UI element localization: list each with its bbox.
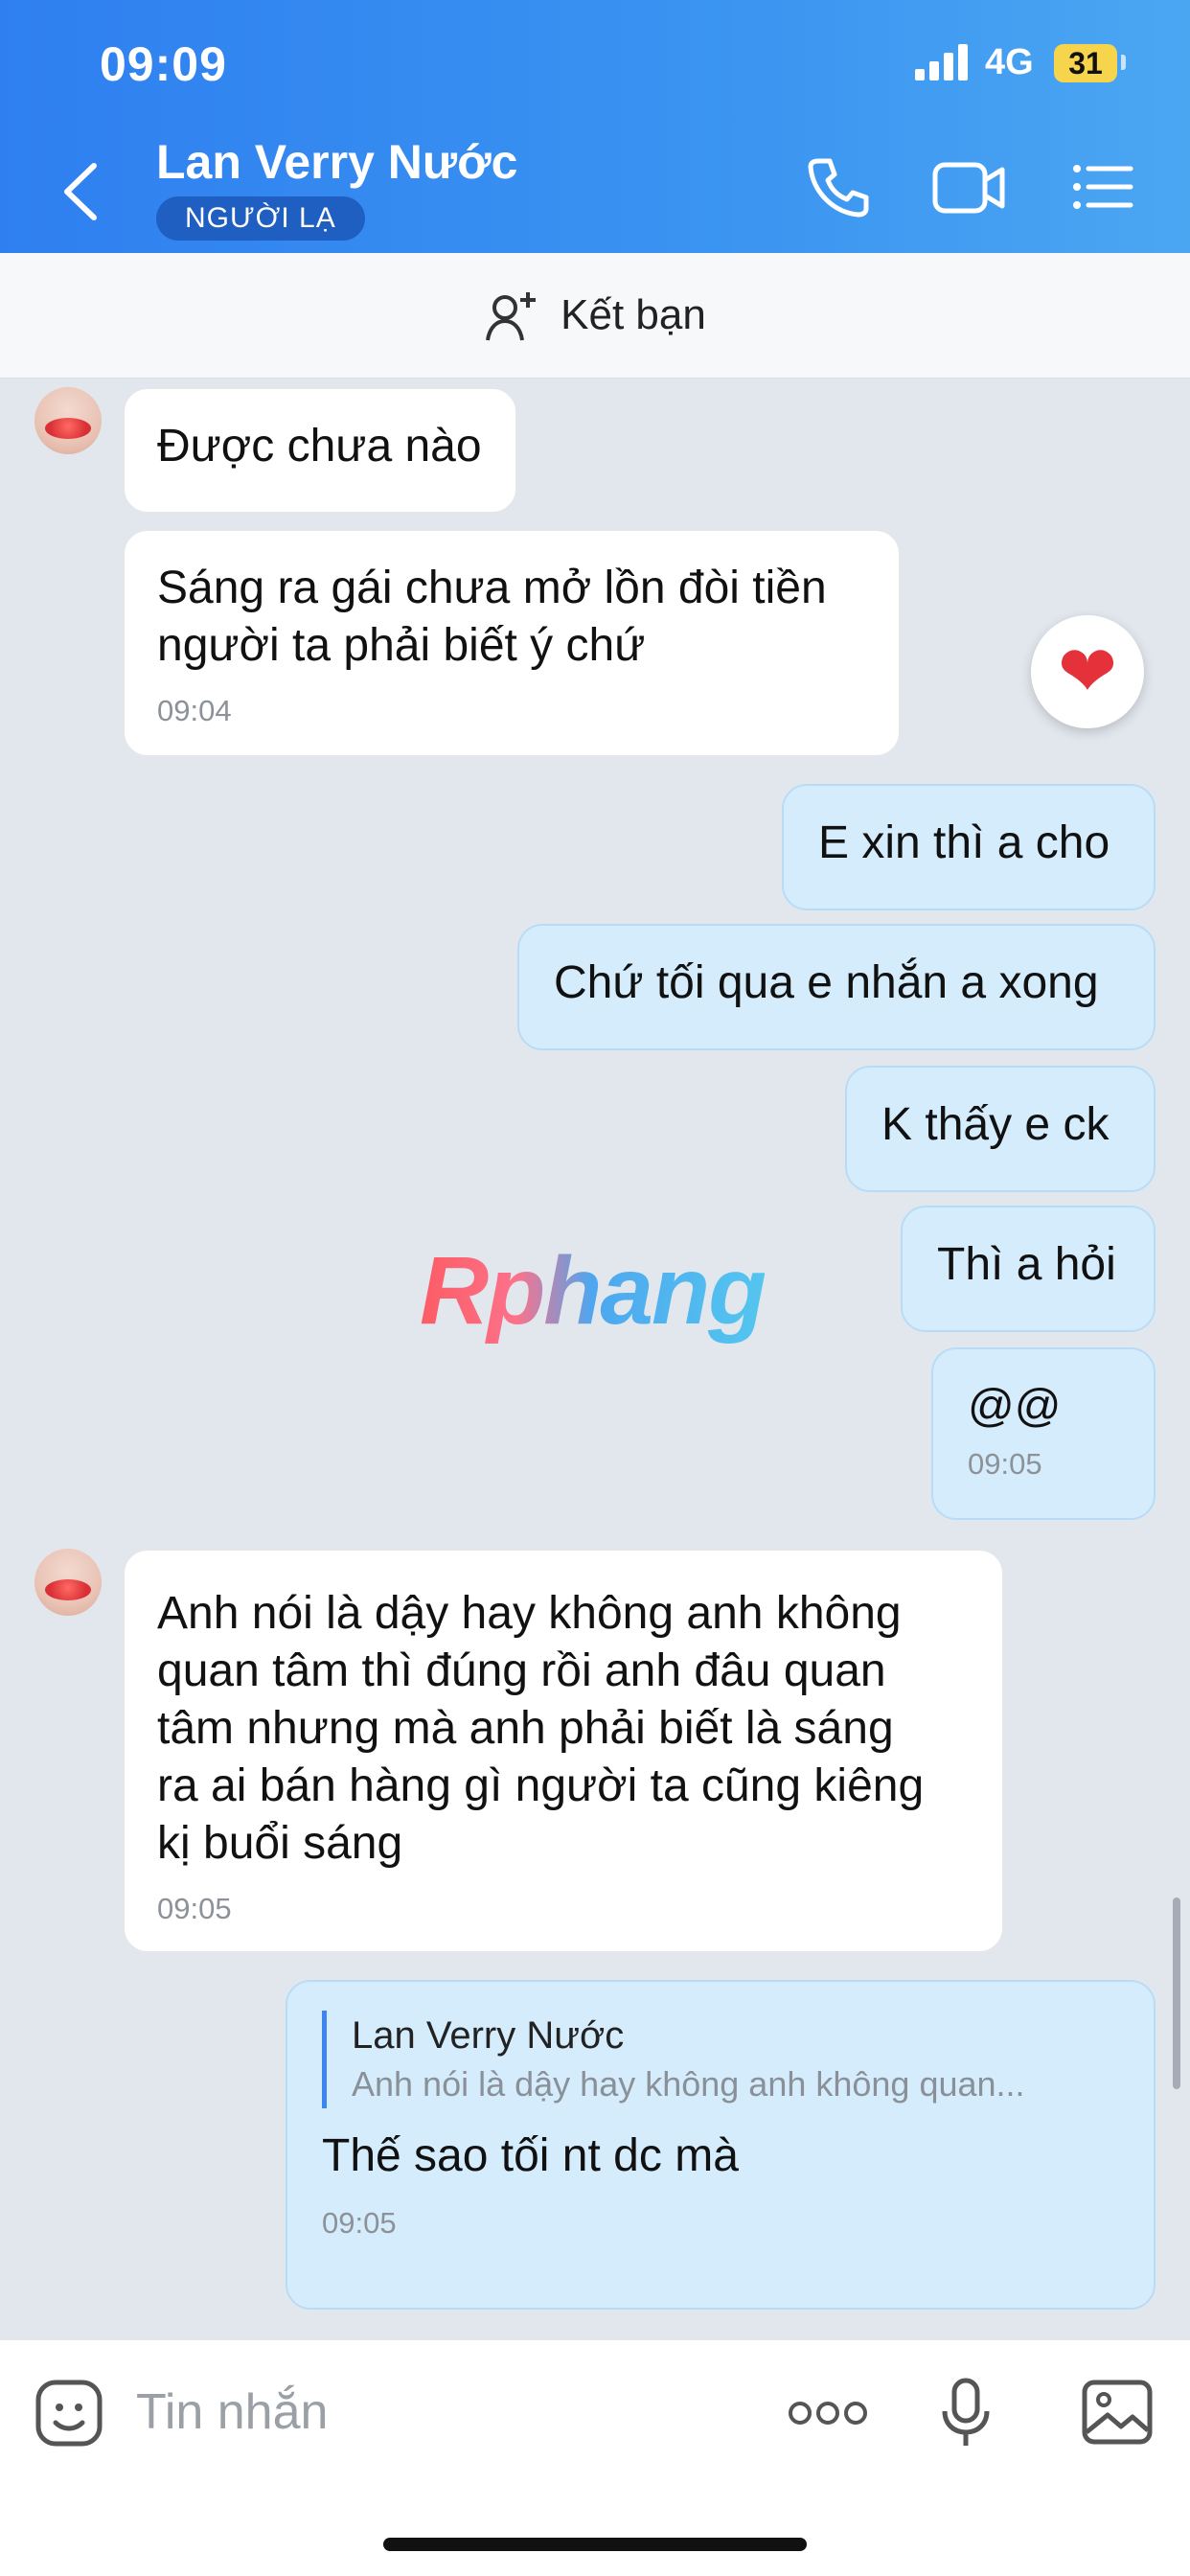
message-text: K thấy e ck [881,1099,1110,1150]
battery-indicator: 31 [1054,44,1117,82]
message-bubble[interactable]: E xin thì a cho [782,784,1156,910]
message-text-line: tâm nhưng mà anh phải biết là sáng [157,1703,894,1754]
add-friend-label: Kết bạn [561,291,706,338]
image-icon[interactable] [1081,2379,1154,2446]
message-bubble[interactable]: K thấy e ck [845,1066,1156,1192]
message-text: Thế sao tối nt dc mà [322,2130,739,2181]
status-time: 09:09 [100,37,227,91]
contact-name[interactable]: Lan Verry Nước [156,134,517,190]
message-text: Được chưa nào [157,421,482,472]
message-text: E xin thì a cho [818,817,1110,868]
message-bubble[interactable]: @@ 09:05 [931,1347,1156,1520]
message-bubble[interactable]: Sáng ra gái chưa mở lồn đòi tiền người t… [123,529,901,757]
message-text-line: quan tâm thì đúng rồi anh đâu quan [157,1645,886,1696]
message-text: Thì a hỏi [937,1239,1116,1290]
message-text: Chứ tối qua e nhắn a xong [554,957,1099,1008]
message-text-line: người ta phải biết ý chứ [157,620,646,671]
message-time: 09:05 [157,1892,232,1925]
more-icon[interactable] [788,2398,868,2428]
message-bubble[interactable]: Anh nói là dậy hay không anh không quan … [123,1549,1004,1953]
message-bubble[interactable]: Được chưa nào [123,387,517,514]
message-text-line: Sáng ra gái chưa mở lồn đòi tiền [157,563,827,613]
message-time: 09:05 [322,2206,397,2240]
avatar[interactable] [34,1549,102,1616]
message-bubble[interactable]: Chứ tối qua e nhắn a xong [517,924,1156,1050]
scrollbar[interactable] [1173,1898,1180,2089]
reply-message-bubble[interactable]: Lan Verry Nước Anh nói là dậy hay không … [286,1980,1156,2310]
message-text: @@ [968,1381,1062,1432]
message-bubble[interactable]: Thì a hỏi [901,1206,1156,1332]
quoted-text: Anh nói là dậy hay không anh không quan.… [352,2064,1025,2104]
microphone-icon[interactable] [939,2377,993,2450]
quoted-sender: Lan Verry Nước [352,2014,625,2057]
network-type: 4G [985,42,1034,82]
watermark-logo: Rphang [420,1237,767,1345]
avatar[interactable] [34,387,102,454]
sticker-icon[interactable] [34,2379,103,2448]
add-friend-bar[interactable]: Kết bạn [0,253,1190,379]
add-friend-icon [486,292,537,341]
message-input[interactable]: Tin nhắn [136,2379,328,2446]
message-time: 09:05 [968,1447,1042,1481]
home-indicator [383,2538,807,2551]
battery-tip [1121,55,1126,70]
stranger-badge: NGƯỜI LẠ [156,196,365,241]
chat-header: 09:09 4G 31 Lan Verry Nước NGƯỜI LẠ [0,0,1190,253]
message-text-line: kị buổi sáng [157,1818,403,1869]
message-time: 09:04 [157,694,232,727]
video-call-icon[interactable] [931,153,1008,220]
menu-icon[interactable] [1071,153,1134,220]
heart-reaction-icon[interactable]: ❤ [1031,615,1144,728]
message-text-line: Anh nói là dậy hay không anh không [157,1588,902,1639]
signal-icon [915,44,968,80]
phone-icon[interactable] [805,153,872,220]
back-icon[interactable] [57,158,105,225]
quoted-message[interactable]: Lan Verry Nước Anh nói là dậy hay không … [322,2011,1119,2108]
message-text-line: ra ai bán hàng gì người ta cũng kiêng [157,1760,925,1811]
